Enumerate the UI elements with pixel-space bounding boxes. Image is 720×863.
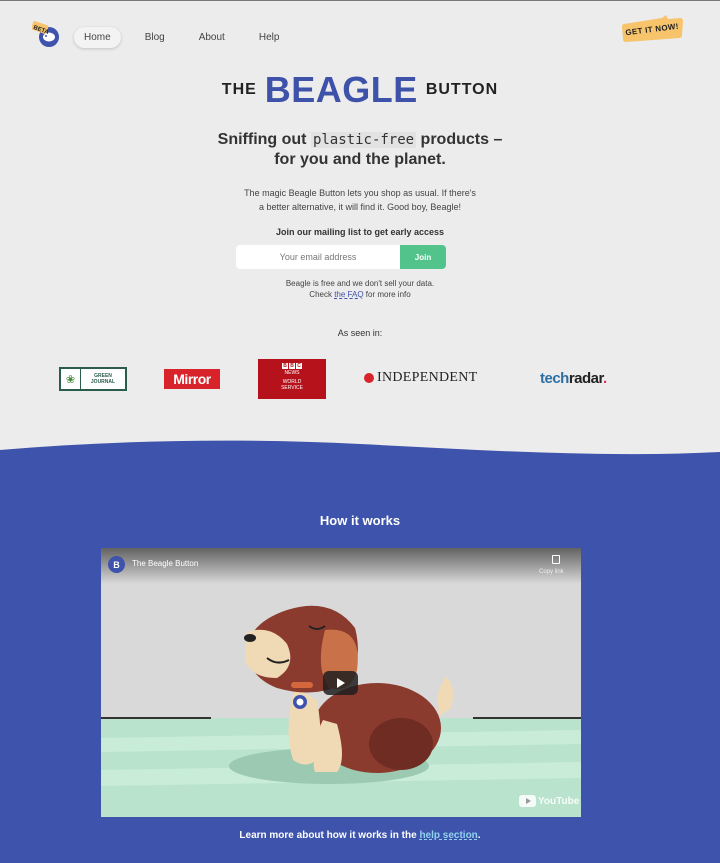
video-title[interactable]: The Beagle Button <box>132 559 198 568</box>
eagle-icon <box>364 373 374 383</box>
privacy-check: Check <box>309 290 335 299</box>
green-journal-bottom: JOURNAL <box>90 379 116 385</box>
nav-link-about[interactable]: About <box>189 27 235 48</box>
play-button[interactable] <box>323 671 358 695</box>
green-journal-text: GREEN JOURNAL <box>81 369 125 389</box>
intro-line2: a better alternative, it will find it. G… <box>259 202 461 212</box>
youtube-watermark[interactable]: YouTube <box>519 795 579 807</box>
privacy-more: for more info <box>363 290 411 299</box>
email-input[interactable] <box>236 245 400 269</box>
techradar-tech: tech <box>540 370 569 387</box>
techradar-logo: techradar. <box>540 370 607 387</box>
as-seen-in-label: As seen in: <box>337 328 383 338</box>
youtube-label: YouTube <box>538 795 580 807</box>
brand-logo: THE BEAGLE BUTTON <box>0 67 720 113</box>
wave-divider <box>0 440 720 466</box>
help-section-link[interactable]: help section <box>419 830 477 841</box>
headline-post: products – <box>416 131 503 148</box>
channel-avatar[interactable]: B <box>108 556 125 573</box>
bbc-box-b1: B <box>282 363 288 369</box>
faq-link[interactable]: the FAQ <box>334 290 363 299</box>
copy-link-label[interactable]: Copy link <box>539 569 564 575</box>
learn-more-text: Learn more about how it works in the hel… <box>0 830 720 841</box>
mirror-logo: Mirror <box>164 369 220 389</box>
brand-prefix: THE <box>221 81 257 98</box>
intro-line1: The magic Beagle Button lets you shop as… <box>244 188 476 198</box>
headline-pre: Sniffing out <box>217 131 311 148</box>
top-nav: BETA Home Blog About Help GET IT NOW! <box>0 1 720 71</box>
nav-links: Home Blog About Help <box>74 27 289 48</box>
bbc-boxes: B B C <box>258 363 326 369</box>
learn-more-post: . <box>477 830 481 841</box>
nav-link-help[interactable]: Help <box>249 27 290 48</box>
learn-more-pre: Learn more about how it works in the <box>239 830 420 841</box>
nav-link-blog[interactable]: Blog <box>135 27 175 48</box>
signup-form: Join <box>236 245 446 269</box>
hero-headline: Sniffing out plastic-free products – for… <box>0 130 720 170</box>
bbc-box-b2: B <box>289 363 295 369</box>
techradar-radar: radar <box>568 370 604 387</box>
bbc-news-world-service-logo: B B C NEWS WORLD SERVICE <box>258 359 326 399</box>
headline-highlight: plastic-free <box>310 132 417 148</box>
join-button[interactable]: Join <box>400 245 446 269</box>
nav-link-home[interactable]: Home <box>74 27 121 48</box>
brand-name: BEAGLE <box>264 69 418 110</box>
how-it-works-title: How it works <box>319 513 401 528</box>
independent-logo: INDEPENDENT <box>364 370 478 386</box>
green-journal-logo: ❀ GREEN JOURNAL <box>59 367 127 391</box>
privacy-line1: Beagle is free and we don't sell your da… <box>285 279 435 288</box>
leaf-icon: ❀ <box>61 369 81 389</box>
copy-link-icon[interactable] <box>552 555 560 564</box>
brand-suffix: BUTTON <box>425 81 499 98</box>
independent-text: INDEPENDENT <box>377 370 478 385</box>
get-it-now-button[interactable]: GET IT NOW! <box>620 15 684 43</box>
bbc-service-label: SERVICE <box>281 385 303 391</box>
bbc-news-label: NEWS <box>284 370 300 376</box>
video-player[interactable]: B The Beagle Button Copy link YouTube <box>101 548 581 817</box>
beta-logo-icon[interactable]: BETA <box>32 19 62 49</box>
privacy-note: Beagle is free and we don't sell your da… <box>0 278 720 300</box>
bbc-box-c: C <box>296 363 302 369</box>
mailing-list-label: Join our mailing list to get early acces… <box>275 227 445 237</box>
hero-intro: The magic Beagle Button lets you shop as… <box>200 186 520 214</box>
headline-line2: for you and the planet. <box>274 151 446 168</box>
techradar-dot: . <box>603 370 607 387</box>
youtube-icon <box>519 795 536 807</box>
